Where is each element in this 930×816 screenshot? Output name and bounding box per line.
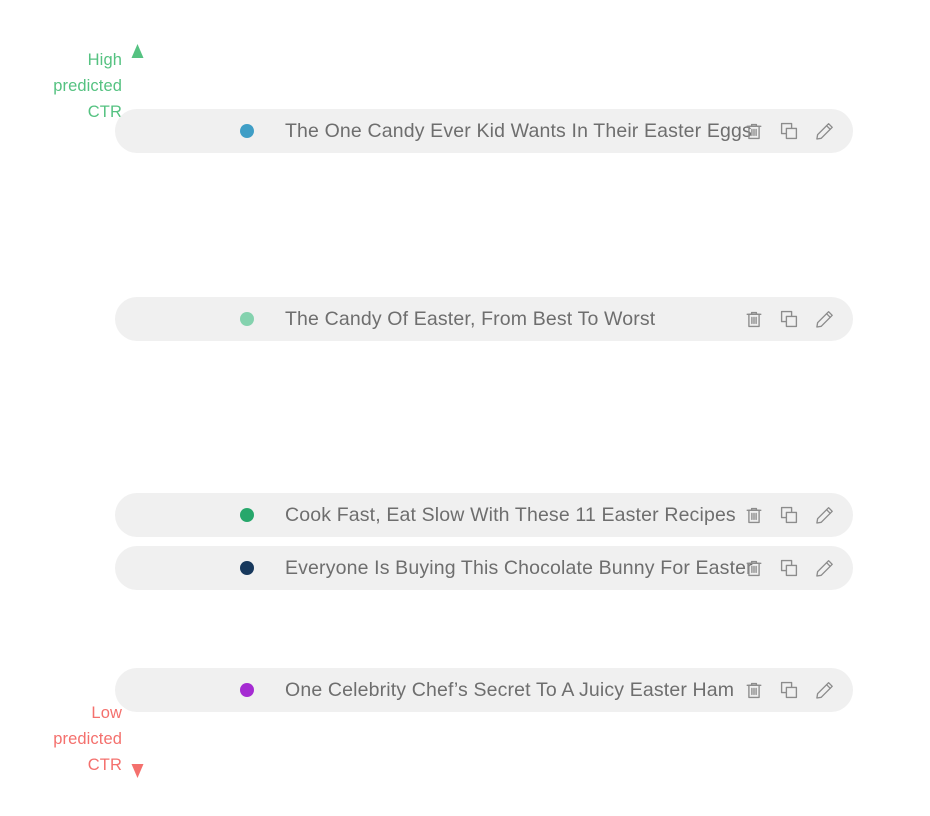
trash-icon [744,121,764,142]
edit-button[interactable] [813,679,835,701]
trash-icon [744,558,764,579]
headline-row-actions [743,504,835,526]
copy-icon [779,680,799,700]
headline-title: One Celebrity Chef’s Secret To A Juicy E… [285,678,735,701]
headline-row[interactable]: Cook Fast, Eat Slow With These 11 Easter… [115,493,853,537]
headline-row[interactable]: The Candy Of Easter, From Best To Worst [115,297,853,341]
delete-button[interactable] [743,679,765,701]
headline-row[interactable]: The One Candy Ever Kid Wants In Their Ea… [115,109,853,153]
headline-row-actions [743,120,835,142]
headline-row[interactable]: One Celebrity Chef’s Secret To A Juicy E… [115,668,853,712]
headline-color-dot [240,508,254,522]
axis-label-low: Low predicted CTR [53,704,122,774]
pencil-icon [814,121,835,142]
trash-icon [744,680,764,701]
duplicate-button[interactable] [778,504,800,526]
pencil-icon [814,680,835,701]
delete-button[interactable] [743,504,765,526]
headline-title: The One Candy Ever Kid Wants In Their Ea… [285,119,752,142]
edit-button[interactable] [813,120,835,142]
headline-row-actions [743,557,835,579]
headline-color-dot [240,561,254,575]
headline-title: Cook Fast, Eat Slow With These 11 Easter… [285,503,736,526]
headline-title: Everyone Is Buying This Chocolate Bunny … [285,556,753,579]
ctr-ranking-canvas: High predicted CTR Low predicted CTR The… [0,0,930,816]
copy-icon [779,121,799,141]
headline-row-actions [743,679,835,701]
delete-button[interactable] [743,120,765,142]
headline-row[interactable]: Everyone Is Buying This Chocolate Bunny … [115,546,853,590]
trash-icon [744,309,764,330]
delete-button[interactable] [743,308,765,330]
headline-color-dot [240,312,254,326]
copy-icon [779,505,799,525]
edit-button[interactable] [813,557,835,579]
axis-label-high: High predicted CTR [53,51,122,121]
headline-title: The Candy Of Easter, From Best To Worst [285,307,656,330]
pencil-icon [814,309,835,330]
headline-row-actions [743,308,835,330]
edit-button[interactable] [813,308,835,330]
pencil-icon [814,505,835,526]
arrow-down-icon [131,764,144,778]
copy-icon [779,309,799,329]
delete-button[interactable] [743,557,765,579]
duplicate-button[interactable] [778,557,800,579]
pencil-icon [814,558,835,579]
headline-color-dot [240,683,254,697]
duplicate-button[interactable] [778,120,800,142]
duplicate-button[interactable] [778,308,800,330]
arrow-up-icon [131,44,144,58]
trash-icon [744,505,764,526]
duplicate-button[interactable] [778,679,800,701]
copy-icon [779,558,799,578]
headline-color-dot [240,124,254,138]
edit-button[interactable] [813,504,835,526]
